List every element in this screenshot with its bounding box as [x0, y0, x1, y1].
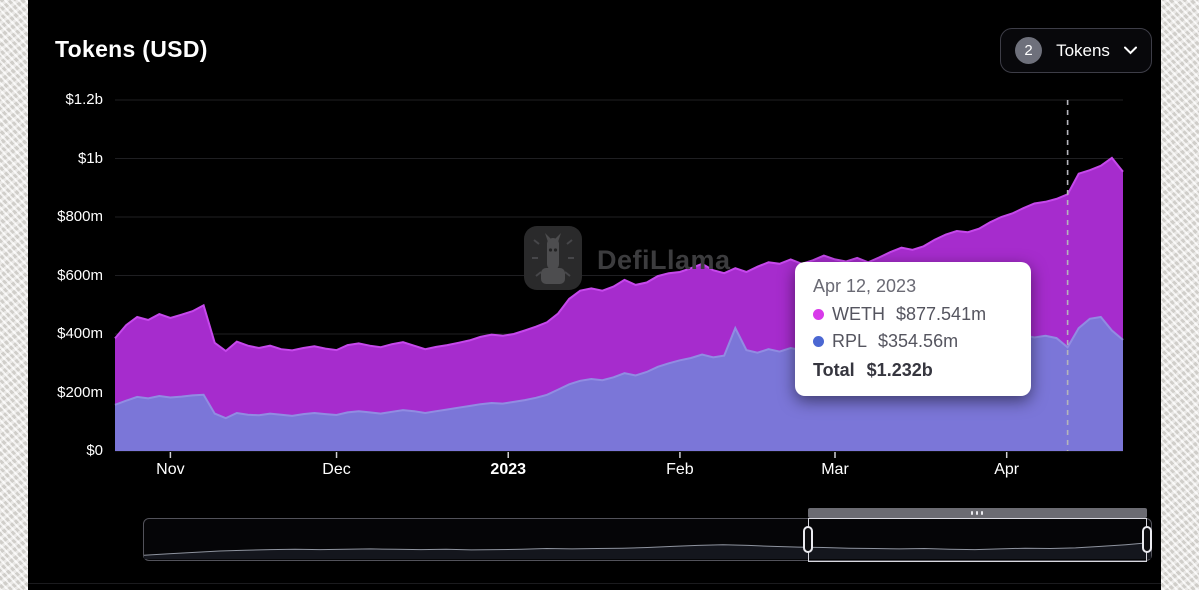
- tooltip-row-rpl: RPL $354.56m: [813, 331, 1013, 352]
- total-label: Total: [813, 360, 855, 381]
- tooltip-date: Apr 12, 2023: [813, 276, 1013, 297]
- rpl-series-dot-icon: [813, 336, 824, 347]
- series-value: $877.541m: [896, 304, 986, 325]
- bottom-divider: [28, 583, 1161, 584]
- brush-selection-drag-bar[interactable]: [808, 508, 1147, 518]
- brush-left-handle[interactable]: [803, 526, 813, 553]
- screenshot-stage: Tokens (USD) 2 Tokens $1.2b$1b$800m$600m…: [0, 0, 1199, 590]
- total-value: $1.232b: [867, 360, 933, 381]
- time-range-brush[interactable]: [143, 518, 1152, 561]
- chart-tooltip: Apr 12, 2023 WETH $877.541m RPL $354.56m…: [795, 262, 1031, 396]
- tooltip-row-weth: WETH $877.541m: [813, 304, 1013, 325]
- series-name: WETH: [832, 304, 885, 325]
- weth-series-dot-icon: [813, 309, 824, 320]
- brush-selection-window[interactable]: [808, 518, 1147, 562]
- series-name: RPL: [832, 331, 867, 352]
- series-value: $354.56m: [878, 331, 958, 352]
- tooltip-total: Total $1.232b: [813, 360, 1013, 381]
- brush-right-handle[interactable]: [1142, 526, 1152, 553]
